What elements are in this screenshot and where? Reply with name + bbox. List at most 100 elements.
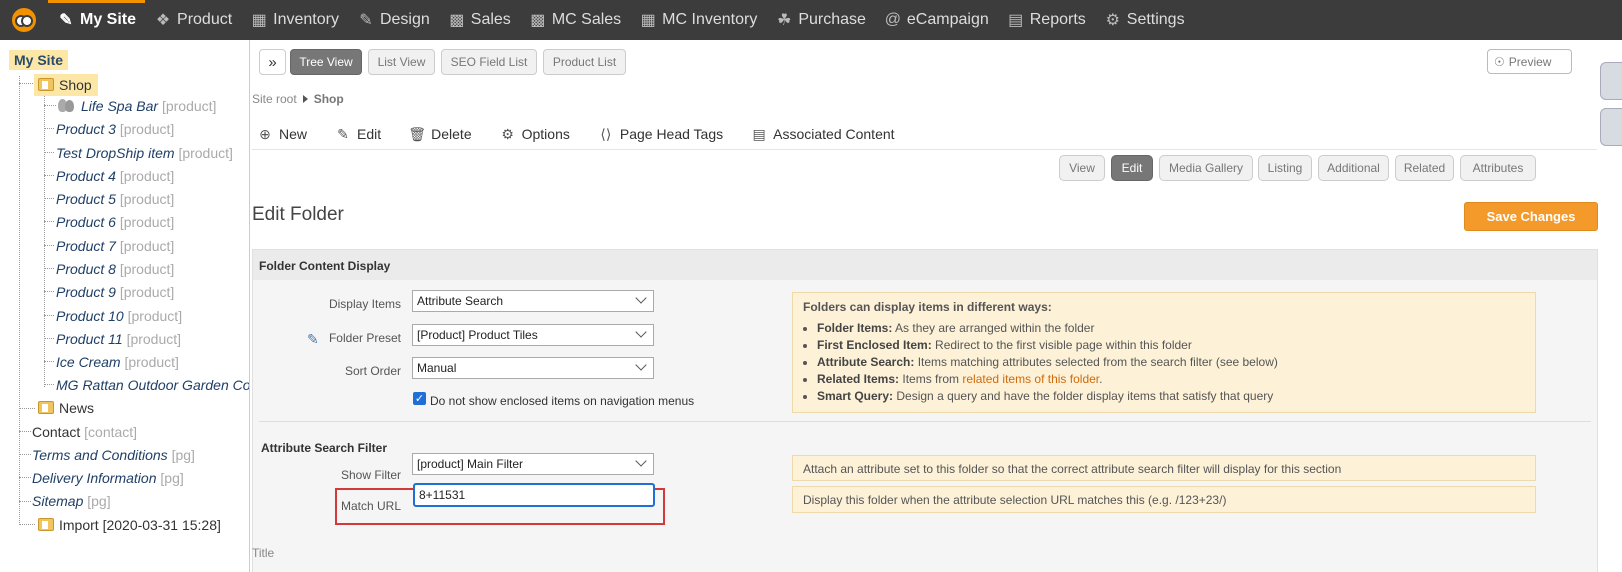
sort-order-select[interactable]: Manual: [412, 357, 654, 379]
tree-node-label: Ice Cream: [56, 354, 121, 370]
nav-my-site[interactable]: ✎ My Site: [48, 0, 146, 40]
tree-connector: [44, 128, 54, 129]
related-items-link[interactable]: related items of this folder: [962, 372, 1099, 386]
tree-node-product[interactable]: Ice Cream [product]: [56, 353, 179, 371]
tree-node-label: Product 8: [56, 261, 116, 277]
tree-node-type: [product]: [126, 331, 182, 347]
tab-related[interactable]: Related: [1395, 155, 1454, 181]
select-value: [Product] Product Tiles: [417, 328, 538, 342]
reports-icon: ▤: [1008, 12, 1024, 29]
tree-node-news[interactable]: News: [38, 399, 94, 417]
tree-node-label: Terms and Conditions: [32, 447, 168, 463]
match-url-help: Display this folder when the attribute s…: [792, 486, 1536, 513]
nav-label: Inventory: [273, 11, 339, 28]
tab-additional[interactable]: Additional: [1318, 155, 1389, 181]
tree-connector: [19, 501, 31, 502]
folder-preset-select[interactable]: [Product] Product Tiles: [412, 324, 654, 346]
tab-tree-view[interactable]: Tree View: [290, 49, 362, 75]
associated-content-button[interactable]: ▤ Associated Content: [751, 124, 895, 144]
tree-node-label: MG Rattan Outdoor Garden Corr: [56, 377, 250, 393]
tree-node-type: [pg]: [87, 493, 111, 509]
nav-ecampaign[interactable]: @ eCampaign: [875, 0, 998, 40]
nav-mc-sales[interactable]: ▩ MC Sales: [520, 0, 630, 40]
tab-product-list[interactable]: Product List: [543, 49, 626, 75]
nav-settings[interactable]: ⚙ Settings: [1095, 0, 1194, 40]
delete-button[interactable]: 🗑 Delete: [408, 124, 471, 144]
nav-purchase[interactable]: ☘ Purchase: [766, 0, 875, 40]
tree-node-product[interactable]: Test DropShip item [product]: [56, 144, 233, 162]
tree-node-label: Product 6: [56, 214, 116, 230]
help-text: Redirect to the first visible page withi…: [935, 338, 1192, 352]
tree-node-page[interactable]: Sitemap [pg]: [32, 492, 111, 510]
tree-node-page[interactable]: Contact [contact]: [32, 423, 137, 441]
tree-node-product[interactable]: Life Spa Bar [product]: [58, 97, 216, 115]
preview-button[interactable]: ☉ Preview: [1487, 49, 1572, 74]
select-value: Attribute Search: [417, 294, 504, 308]
tree-connector: [44, 268, 54, 269]
tree-connector: [19, 83, 33, 84]
nav-inventory[interactable]: ▦ Inventory: [241, 0, 348, 40]
tree-node-type: [product]: [124, 354, 179, 370]
logo[interactable]: [0, 0, 48, 40]
help-term: First Enclosed Item:: [817, 338, 932, 352]
breadcrumb-root[interactable]: Site root: [252, 92, 297, 106]
tab-attributes[interactable]: Attributes: [1460, 155, 1536, 181]
edit-button[interactable]: ✎ Edit: [335, 124, 381, 144]
tree-node-product[interactable]: Product 8 [product]: [56, 260, 174, 278]
tree-node-product[interactable]: Product 10 [product]: [56, 307, 182, 325]
action-label: Edit: [357, 126, 382, 142]
hide-from-nav-checkbox[interactable]: ✓: [413, 392, 426, 405]
tree-node-label: Delivery Information: [32, 470, 157, 486]
tree-node-product[interactable]: Product 9 [product]: [56, 283, 174, 301]
tree-root-my-site[interactable]: My Site: [9, 50, 69, 70]
tab-edit[interactable]: Edit: [1111, 155, 1153, 181]
tree-node-import[interactable]: Import [2020-03-31 15:28]: [38, 516, 221, 534]
tree-node-label: News: [59, 400, 95, 416]
tab-listing[interactable]: Listing: [1258, 155, 1312, 181]
tree-node-product[interactable]: Product 4 [product]: [56, 167, 174, 185]
nav-reports[interactable]: ▤ Reports: [998, 0, 1095, 40]
tree-node-product[interactable]: Product 3 [product]: [56, 120, 174, 138]
hide-from-nav-label: Do not show enclosed items on navigation…: [430, 394, 695, 408]
tree-node-shop[interactable]: Shop: [34, 74, 98, 96]
mc-inventory-icon: ▦: [640, 12, 656, 29]
side-panel-tab[interactable]: [1600, 62, 1622, 100]
tab-media-gallery[interactable]: Media Gallery: [1159, 155, 1253, 181]
side-panel-tab[interactable]: [1600, 108, 1622, 146]
tree-node-product[interactable]: Product 5 [product]: [56, 190, 174, 208]
nav-label: Design: [379, 11, 430, 28]
chevron-down-icon: [635, 292, 647, 304]
tree-node-product[interactable]: Product 6 [product]: [56, 213, 174, 231]
action-label: Associated Content: [773, 126, 895, 142]
tab-view[interactable]: View: [1059, 155, 1105, 181]
match-url-input[interactable]: 8+11531: [413, 483, 655, 507]
tab-seo-field-list[interactable]: SEO Field List: [441, 49, 537, 75]
sales-icon: ▩: [449, 12, 465, 29]
nav-product[interactable]: ❖ Product: [145, 0, 241, 40]
help-term: Smart Query:: [817, 389, 894, 403]
tree-node-type: [product]: [178, 145, 233, 161]
nav-design[interactable]: ✎ Design: [348, 0, 439, 40]
tab-list-view[interactable]: List View: [368, 49, 435, 75]
tree-node-type: [product]: [127, 308, 183, 324]
show-filter-select[interactable]: [product] Main Filter: [412, 453, 654, 475]
page-title: Edit Folder: [252, 204, 344, 225]
tree-node-product[interactable]: Product 11 [product]: [56, 330, 181, 348]
tree-connector: [44, 198, 54, 199]
page-head-tags-button[interactable]: ⟨⟩ Page Head Tags: [598, 124, 723, 144]
tree-connector: [44, 361, 54, 362]
site-tree: My Site Shop Life Spa Bar [product] Prod…: [0, 40, 250, 572]
match-url-label: Match URL: [340, 499, 401, 513]
breadcrumb-current: Shop: [313, 92, 344, 106]
tree-node-product[interactable]: MG Rattan Outdoor Garden Corr: [56, 376, 250, 394]
nav-sales[interactable]: ▩ Sales: [439, 0, 520, 40]
tree-node-page[interactable]: Terms and Conditions [pg]: [32, 446, 195, 464]
tree-node-page[interactable]: Delivery Information [pg]: [32, 469, 184, 487]
display-items-select[interactable]: Attribute Search: [412, 290, 654, 312]
new-button[interactable]: ⊕ New: [257, 124, 307, 144]
options-button[interactable]: ⚙ Options: [500, 124, 570, 144]
save-changes-button[interactable]: Save Changes: [1464, 202, 1598, 231]
nav-mc-inventory[interactable]: ▦ MC Inventory: [630, 0, 766, 40]
expand-sidebar-button[interactable]: »: [259, 49, 286, 75]
tree-node-product[interactable]: Product 7 [product]: [56, 237, 174, 255]
